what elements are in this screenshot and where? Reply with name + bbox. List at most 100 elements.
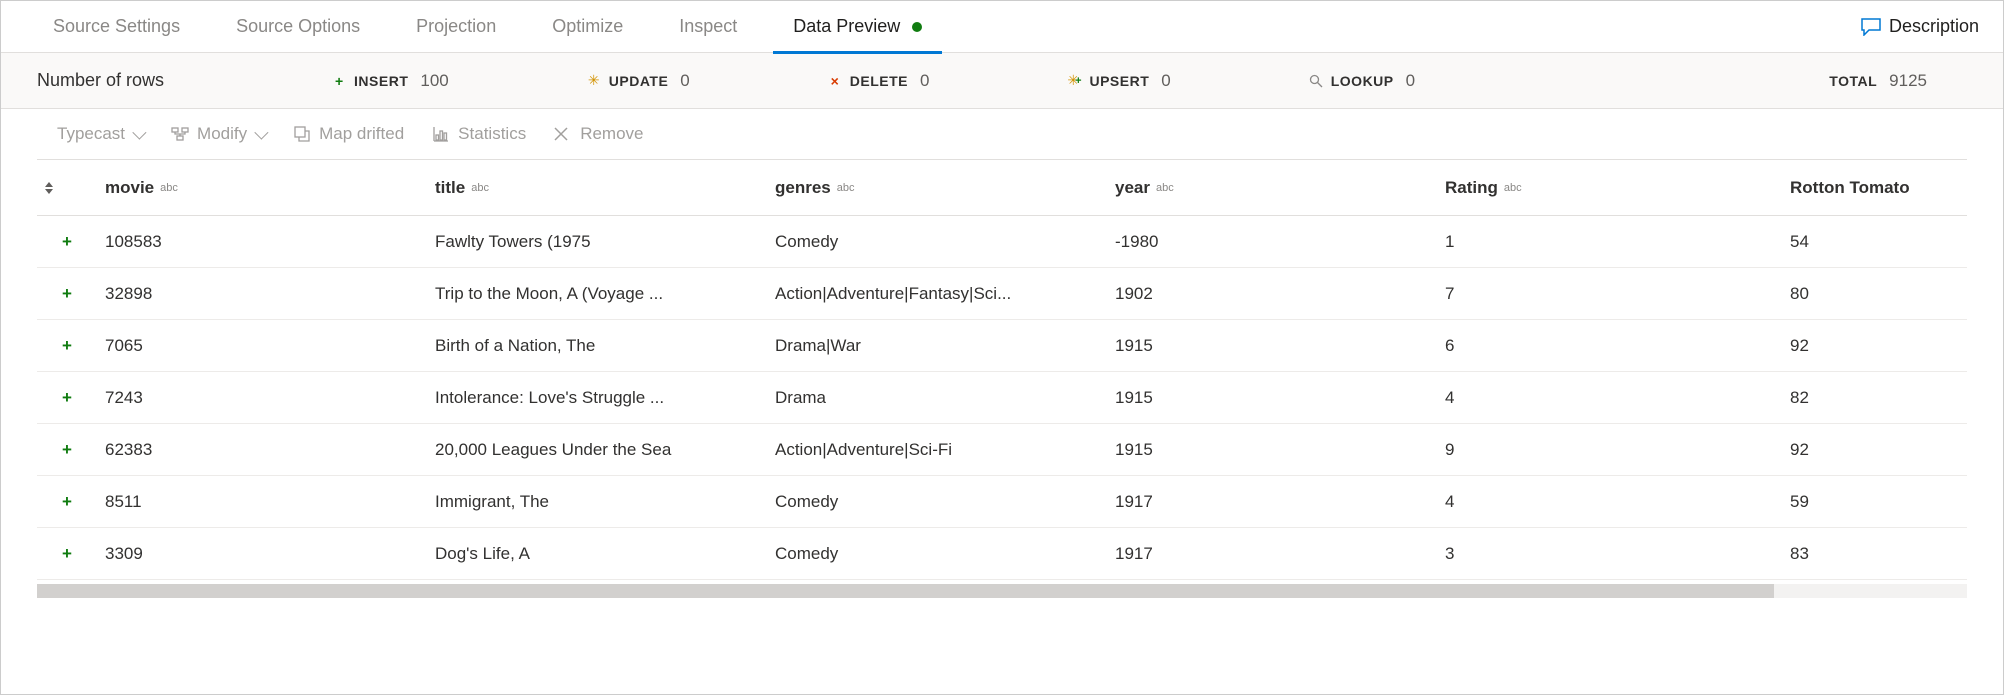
tab-data-preview[interactable]: Data Preview xyxy=(765,1,950,53)
column-label: year xyxy=(1115,178,1150,197)
cell-rotten: 92 xyxy=(1782,424,1967,476)
row-insert-icon: + xyxy=(37,476,97,528)
table-row[interactable]: +3309Dog's Life, AComedy1917383 xyxy=(37,528,1967,580)
cell-movie: 32898 xyxy=(97,268,427,320)
cell-title: 20,000 Leagues Under the Sea xyxy=(427,424,767,476)
tab-optimize[interactable]: Optimize xyxy=(524,1,651,53)
table-row[interactable]: +8511Immigrant, TheComedy1917459 xyxy=(37,476,1967,528)
update-icon: ✳ xyxy=(587,74,601,88)
chevron-down-icon xyxy=(254,126,268,140)
cell-genres: Drama|War xyxy=(767,320,1107,372)
column-movie[interactable]: movie abc xyxy=(97,160,427,216)
cell-title: Birth of a Nation, The xyxy=(427,320,767,372)
cell-title: Intolerance: Love's Struggle ... xyxy=(427,372,767,424)
cell-rotten: 92 xyxy=(1782,320,1967,372)
table-row[interactable]: +108583Fawlty Towers (1975Comedy-1980154 xyxy=(37,216,1967,268)
tool-label: Map drifted xyxy=(319,124,404,144)
cell-rating: 3 xyxy=(1437,528,1782,580)
stat-name: UPDATE xyxy=(609,73,669,89)
cell-genres: Comedy xyxy=(767,528,1107,580)
description-label: Description xyxy=(1889,16,1979,37)
cell-rotten: 54 xyxy=(1782,216,1967,268)
column-year[interactable]: yearabc xyxy=(1107,160,1437,216)
cell-rating: 7 xyxy=(1437,268,1782,320)
stat-value: 0 xyxy=(920,71,929,91)
column-genres[interactable]: genresabc xyxy=(767,160,1107,216)
cell-movie: 7243 xyxy=(97,372,427,424)
statistics-button[interactable]: Statistics xyxy=(432,124,526,144)
description-button[interactable]: Description xyxy=(1861,16,1979,37)
stat-total: TOTAL 9125 xyxy=(1829,71,1927,91)
stat-upsert: ✳+ UPSERT 0 xyxy=(1067,71,1170,91)
cell-rotten: 82 xyxy=(1782,372,1967,424)
type-badge: abc xyxy=(160,182,178,194)
stat-value: 100 xyxy=(420,71,448,91)
column-rating[interactable]: Ratingabc xyxy=(1437,160,1782,216)
stat-name: TOTAL xyxy=(1829,73,1877,89)
row-insert-icon: + xyxy=(37,372,97,424)
typecast-button[interactable]: Typecast xyxy=(57,124,143,144)
table-row[interactable]: +7065Birth of a Nation, TheDrama|War1915… xyxy=(37,320,1967,372)
cell-year: 1917 xyxy=(1107,528,1437,580)
tab-label: Data Preview xyxy=(793,16,900,37)
tab-source-options[interactable]: Source Options xyxy=(208,1,388,53)
stat-name: DELETE xyxy=(850,73,908,89)
cell-genres: Comedy xyxy=(767,216,1107,268)
type-badge: abc xyxy=(1156,182,1174,194)
column-rotten-tomato[interactable]: Rotton Tomato xyxy=(1782,160,1967,216)
cell-year: 1915 xyxy=(1107,372,1437,424)
type-badge: abc xyxy=(1504,182,1522,194)
cell-movie: 62383 xyxy=(97,424,427,476)
tab-source-settings[interactable]: Source Settings xyxy=(25,1,208,53)
column-label: movie xyxy=(105,178,154,197)
column-title[interactable]: titleabc xyxy=(427,160,767,216)
chevron-down-icon xyxy=(132,126,146,140)
cell-genres: Comedy xyxy=(767,476,1107,528)
horizontal-scrollbar[interactable] xyxy=(37,584,1967,598)
row-insert-icon: + xyxy=(37,268,97,320)
table-row[interactable]: +32898Trip to the Moon, A (Voyage ...Act… xyxy=(37,268,1967,320)
stats-bar: Number of rows + INSERT 100 ✳ UPDATE 0 ×… xyxy=(1,53,2003,109)
cell-year: 1915 xyxy=(1107,320,1437,372)
stat-name: LOOKUP xyxy=(1331,73,1394,89)
tab-label: Source Options xyxy=(236,16,360,37)
cell-year: 1915 xyxy=(1107,424,1437,476)
scrollbar-thumb[interactable] xyxy=(37,584,1774,598)
table-row[interactable]: +6238320,000 Leagues Under the SeaAction… xyxy=(37,424,1967,476)
lookup-icon xyxy=(1309,74,1323,88)
sort-header[interactable] xyxy=(37,160,97,216)
stat-insert: + INSERT 100 xyxy=(332,71,449,91)
map-drifted-button[interactable]: Map drifted xyxy=(293,124,404,144)
row-insert-icon: + xyxy=(37,216,97,268)
modify-button[interactable]: Modify xyxy=(171,124,265,144)
header-row: movieabc titleabc genresabc yearabc Rati… xyxy=(37,160,1967,216)
tab-projection[interactable]: Projection xyxy=(388,1,524,53)
cell-rating: 9 xyxy=(1437,424,1782,476)
comment-icon xyxy=(1861,18,1881,36)
cell-genres: Action|Adventure|Fantasy|Sci... xyxy=(767,268,1107,320)
remove-button[interactable]: Remove xyxy=(554,124,643,144)
tool-label: Modify xyxy=(197,124,247,144)
data-grid: movieabc titleabc genresabc yearabc Rati… xyxy=(37,159,1967,580)
stat-value: 0 xyxy=(1161,71,1170,91)
tab-label: Projection xyxy=(416,16,496,37)
tab-inspect[interactable]: Inspect xyxy=(651,1,765,53)
tab-label: Optimize xyxy=(552,16,623,37)
row-insert-icon: + xyxy=(37,424,97,476)
grid-toolbar: Typecast Modify Map drifted Statistics R… xyxy=(1,109,2003,159)
cell-title: Trip to the Moon, A (Voyage ... xyxy=(427,268,767,320)
tool-label: Typecast xyxy=(57,124,125,144)
tool-label: Statistics xyxy=(458,124,526,144)
table-row[interactable]: +7243Intolerance: Love's Struggle ...Dra… xyxy=(37,372,1967,424)
column-label: title xyxy=(435,178,465,197)
column-label: genres xyxy=(775,178,831,197)
stat-lookup: LOOKUP 0 xyxy=(1309,71,1415,91)
sort-icon xyxy=(45,182,53,194)
grid-container: movieabc titleabc genresabc yearabc Rati… xyxy=(37,159,1967,580)
stat-update: ✳ UPDATE 0 xyxy=(587,71,690,91)
cell-rating: 1 xyxy=(1437,216,1782,268)
row-insert-icon: + xyxy=(37,320,97,372)
stat-name: INSERT xyxy=(354,73,408,89)
cell-title: Fawlty Towers (1975 xyxy=(427,216,767,268)
cell-rotten: 80 xyxy=(1782,268,1967,320)
